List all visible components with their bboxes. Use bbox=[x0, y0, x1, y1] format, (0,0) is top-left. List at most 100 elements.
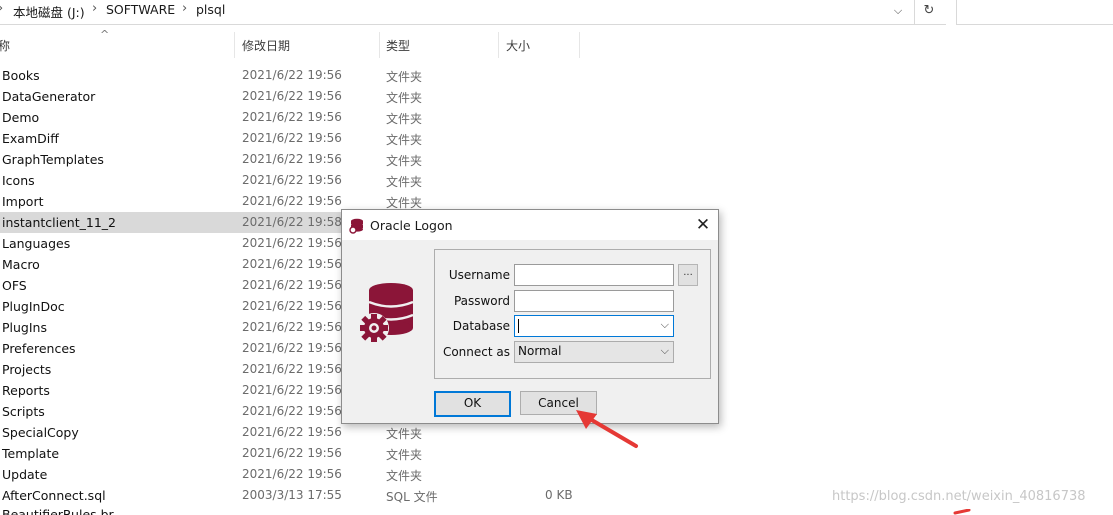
file-date: 2021/6/22 19:56 bbox=[242, 341, 342, 355]
column-divider[interactable] bbox=[579, 32, 580, 58]
list-item[interactable]: Demo 2021/6/22 19:56 文件夹 bbox=[0, 107, 560, 128]
file-date: 2021/6/22 19:56 bbox=[242, 362, 342, 376]
breadcrumb-software[interactable]: SOFTWARE bbox=[106, 2, 175, 17]
file-type: 文件夹 bbox=[386, 175, 423, 189]
file-date: 2021/6/22 19:56 bbox=[242, 320, 342, 334]
list-item[interactable]: Template 2021/6/22 19:56 文件夹 bbox=[0, 443, 560, 464]
sort-ascending-icon: ^ bbox=[100, 28, 110, 41]
file-name: Scripts bbox=[2, 404, 45, 419]
file-date: 2021/6/22 19:58 bbox=[242, 215, 342, 229]
file-date: 2021/6/22 19:56 bbox=[242, 467, 342, 481]
list-item[interactable]: ExamDiff 2021/6/22 19:56 文件夹 bbox=[0, 128, 560, 149]
list-item[interactable]: AfterConnect.sql 2003/3/13 17:55 SQL 文件 0 K… bbox=[0, 485, 573, 506]
annotation-arrow bbox=[576, 410, 638, 448]
database-combo[interactable]: ⌵ bbox=[514, 315, 674, 337]
file-type: SQL 文件 bbox=[386, 490, 438, 504]
file-type: 文件夹 bbox=[386, 448, 423, 462]
username-browse-button[interactable]: ... bbox=[678, 264, 698, 286]
file-type: 文件夹 bbox=[386, 154, 423, 168]
list-item[interactable]: Books 2021/6/22 19:56 文件夹 bbox=[0, 65, 560, 86]
column-divider[interactable] bbox=[379, 32, 380, 58]
database-settings-icon bbox=[359, 283, 414, 343]
address-bar[interactable]: › 本地磁盘 (J:) › SOFTWARE › plsql ⌵ ↻ bbox=[0, 0, 946, 25]
file-date: 2021/6/22 19:56 bbox=[242, 404, 342, 418]
file-name: Reports bbox=[2, 383, 50, 398]
annotation-arrow-fragment bbox=[953, 509, 971, 515]
file-name: SpecialCopy bbox=[2, 425, 79, 440]
file-type: 文件夹 bbox=[386, 133, 423, 147]
file-date: 2021/6/22 19:56 bbox=[242, 152, 342, 166]
list-item[interactable]: SpecialCopy 2021/6/22 19:56 文件夹 bbox=[0, 422, 560, 443]
dialog-titlebar[interactable]: Oracle Logon ✕ bbox=[342, 210, 718, 240]
list-item[interactable]: Icons 2021/6/22 19:56 文件夹 bbox=[0, 170, 560, 191]
file-date: 2021/6/22 19:56 bbox=[242, 89, 342, 103]
username-label: Username bbox=[448, 268, 510, 282]
file-type: 文件夹 bbox=[386, 91, 423, 105]
breadcrumb-plsql[interactable]: plsql bbox=[196, 2, 225, 17]
list-item-partial[interactable]: BeautifierRules.br bbox=[0, 508, 560, 515]
file-date: 2021/6/22 19:56 bbox=[242, 383, 342, 397]
file-name: Import bbox=[2, 194, 44, 209]
password-label: Password bbox=[453, 294, 510, 308]
breadcrumb-chevron-icon: › bbox=[182, 1, 188, 16]
column-header-name[interactable]: 称 bbox=[0, 37, 10, 54]
file-name: Books bbox=[2, 68, 40, 83]
column-header-date[interactable]: 修改日期 bbox=[242, 37, 290, 54]
column-divider[interactable] bbox=[498, 32, 499, 58]
dialog-title: Oracle Logon bbox=[370, 218, 453, 233]
chevron-down-icon[interactable]: ⌵ bbox=[661, 344, 669, 358]
file-date: 2021/6/22 19:56 bbox=[242, 446, 342, 460]
file-name: PlugIns bbox=[2, 320, 47, 335]
column-header-type[interactable]: 类型 bbox=[386, 37, 410, 54]
file-name: Languages bbox=[2, 236, 71, 251]
database-icon bbox=[349, 218, 363, 234]
file-name: Macro bbox=[2, 257, 40, 272]
close-icon[interactable]: ✕ bbox=[688, 210, 718, 240]
database-label: Database bbox=[452, 319, 510, 333]
file-date: 2021/6/22 19:56 bbox=[242, 110, 342, 124]
address-dropdown-icon[interactable]: ⌵ bbox=[884, 0, 912, 24]
file-type: 文件夹 bbox=[386, 112, 423, 126]
file-type: 文件夹 bbox=[386, 427, 423, 441]
column-divider[interactable] bbox=[234, 32, 235, 58]
text-caret bbox=[518, 319, 519, 333]
breadcrumb-chevron-icon: › bbox=[92, 1, 98, 16]
file-name: AfterConnect.sql bbox=[2, 488, 106, 503]
file-name: ExamDiff bbox=[2, 131, 59, 146]
ok-button[interactable]: OK bbox=[434, 391, 511, 417]
breadcrumb-chevron-icon: › bbox=[0, 1, 3, 16]
connect-as-select[interactable]: Normal ⌵ bbox=[514, 341, 674, 363]
watermark: https://blog.csdn.net/weixin_40816738 bbox=[832, 489, 1086, 504]
list-item[interactable]: GraphTemplates 2021/6/22 19:56 文件夹 bbox=[0, 149, 560, 170]
file-type: 文件夹 bbox=[386, 469, 423, 483]
list-item[interactable]: Update 2021/6/22 19:56 文件夹 bbox=[0, 464, 560, 485]
file-name: Update bbox=[2, 467, 48, 482]
column-header-size[interactable]: 大小 bbox=[506, 37, 530, 54]
file-date: 2021/6/22 19:56 bbox=[242, 194, 342, 208]
file-date: 2021/6/22 19:56 bbox=[242, 68, 342, 82]
file-name: Demo bbox=[2, 110, 40, 125]
file-name: Preferences bbox=[2, 341, 76, 356]
file-size: 0 KB bbox=[545, 488, 573, 502]
username-field[interactable] bbox=[514, 264, 674, 286]
chevron-down-icon[interactable]: ⌵ bbox=[661, 318, 669, 332]
breadcrumb-drive[interactable]: 本地磁盘 (J:) bbox=[13, 2, 85, 21]
file-type: 文件夹 bbox=[386, 70, 423, 84]
list-item[interactable]: DataGenerator 2021/6/22 19:56 文件夹 bbox=[0, 86, 560, 107]
file-name: GraphTemplates bbox=[2, 152, 104, 167]
file-name: Template bbox=[2, 446, 60, 461]
file-date: 2003/3/13 17:55 bbox=[242, 488, 342, 502]
password-field[interactable] bbox=[514, 290, 674, 312]
file-name: instantclient_11_2 bbox=[2, 215, 116, 230]
file-date: 2021/6/22 19:56 bbox=[242, 257, 342, 271]
file-date: 2021/6/22 19:56 bbox=[242, 299, 342, 313]
file-date: 2021/6/22 19:56 bbox=[242, 173, 342, 187]
file-date: 2021/6/22 19:56 bbox=[242, 425, 342, 439]
refresh-icon[interactable]: ↻ bbox=[914, 0, 943, 24]
file-date: 2021/6/22 19:56 bbox=[242, 236, 342, 250]
file-name: OFS bbox=[2, 278, 27, 293]
search-input[interactable] bbox=[956, 0, 1113, 25]
connect-as-label: Connect as bbox=[442, 345, 510, 359]
file-date: 2021/6/22 19:56 bbox=[242, 278, 342, 292]
oracle-logon-dialog: Oracle Logon ✕ Username ... Password Dat… bbox=[341, 209, 719, 424]
